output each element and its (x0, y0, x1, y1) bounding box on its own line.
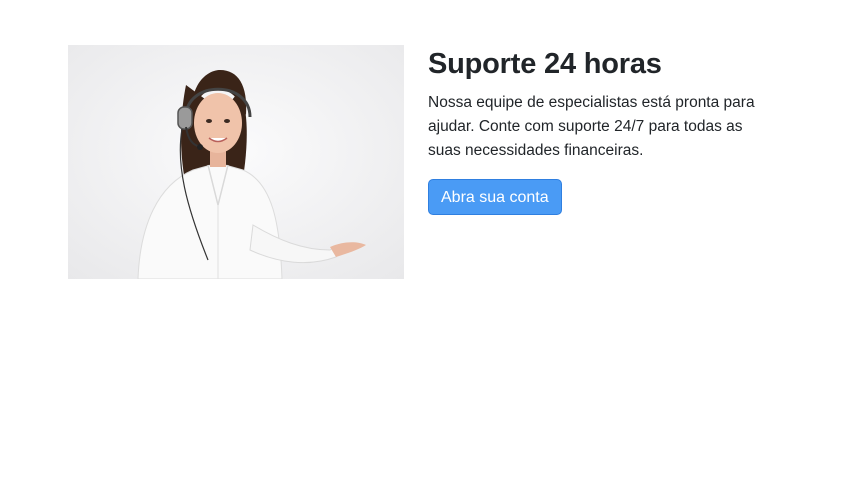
feature-title: Suporte 24 horas (428, 48, 662, 80)
support-agent-photo (68, 45, 404, 279)
support-agent-illustration (68, 45, 404, 279)
open-account-button[interactable]: Abra sua conta (428, 179, 562, 215)
support-feature-section: Suporte 24 horas Nossa equipe de especia… (68, 45, 788, 285)
feature-description: Nossa equipe de especialistas está pront… (428, 94, 755, 159)
support-feature-content: Suporte 24 horas Nossa equipe de especia… (428, 45, 773, 215)
